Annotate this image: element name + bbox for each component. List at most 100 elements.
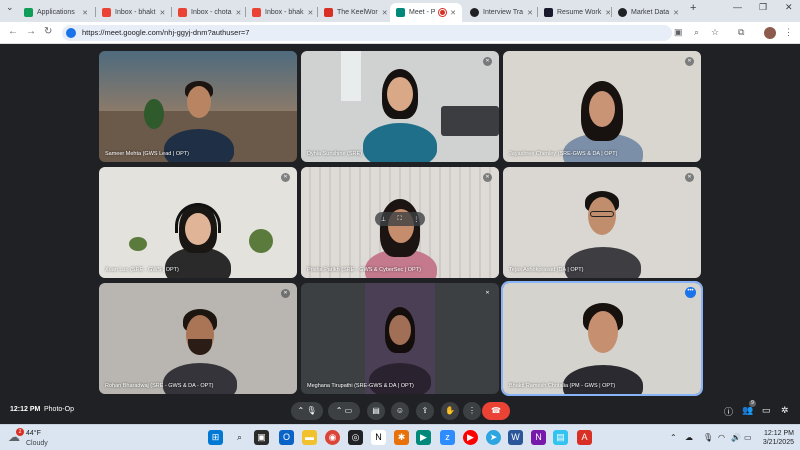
battery-icon[interactable]: ▭ — [744, 433, 752, 442]
cloud-icon[interactable]: ☁ — [685, 433, 693, 442]
microphone-button[interactable]: ⌃ 🎙 — [291, 402, 323, 420]
more-options-icon[interactable]: ⋮ — [413, 216, 419, 223]
meet-icon[interactable]: ▶ — [416, 430, 431, 445]
chevron-up-icon[interactable]: ⌃ — [670, 433, 677, 442]
tab-interview-tracker[interactable]: Interview Tra ✕ — [464, 3, 536, 22]
site-info-icon[interactable] — [66, 28, 76, 38]
tab-resume-work[interactable]: Resume Work ✕ — [538, 3, 610, 22]
restore-icon[interactable]: ❐ — [759, 2, 767, 13]
participant-grid: Sameer Mehta (GWS Lead | OPT) ✕ Dyhia Su… — [99, 51, 703, 396]
participant-name: Meghana Tirupathi (SRE-GWS & DA | OPT) — [307, 383, 414, 389]
close-icon[interactable]: ✕ — [605, 9, 610, 17]
info-icon[interactable]: ⓘ — [724, 405, 733, 418]
tab-search-icon[interactable]: ⌄ — [6, 2, 14, 13]
participant-tile[interactable]: Sameer Mehta (GWS Lead | OPT) — [99, 51, 297, 162]
pin-icon[interactable]: ⊥ — [381, 216, 386, 223]
raise-hand-icon[interactable]: ✋ — [441, 402, 459, 420]
participant-body — [164, 129, 234, 162]
task-view-icon[interactable]: ▣ — [254, 430, 269, 445]
emoji-icon[interactable]: ☺ — [391, 402, 409, 420]
chrome-icon[interactable]: ◉ — [325, 430, 340, 445]
close-icon[interactable]: ✕ — [308, 9, 314, 17]
tab-applications[interactable]: Applications ✕ — [18, 3, 94, 22]
more-options-icon[interactable]: ⋮ — [463, 402, 481, 420]
tab-inbox-3[interactable]: Inbox - bhak ✕ — [246, 3, 316, 22]
meet-extension-icon[interactable]: ▣ — [674, 27, 683, 38]
tab-inbox-1[interactable]: Inbox - bhakt ✕ — [96, 3, 170, 22]
zoom-icon[interactable]: ⌕ — [694, 27, 699, 38]
close-icon[interactable]: ✕ — [159, 9, 165, 17]
pdf-icon[interactable]: A — [577, 430, 592, 445]
sheets-icon — [24, 8, 33, 17]
background-window — [341, 51, 361, 101]
windows-taskbar: ☁ 2 44°F Cloudy ⊞ ⌕ ▣ O ▬ ◉ ◎ N ✱ ▶ z ▶ … — [0, 424, 800, 450]
bookmark-star-icon[interactable]: ☆ — [711, 27, 719, 38]
microphone-icon[interactable]: 🎙 — [703, 433, 713, 442]
forward-icon[interactable]: → — [26, 26, 36, 37]
tab-inbox-2[interactable]: Inbox - chota ✕ — [172, 3, 244, 22]
profile-avatar[interactable] — [764, 27, 776, 39]
onenote-icon[interactable]: N — [531, 430, 546, 445]
github-icon — [470, 8, 479, 17]
participant-tile[interactable]: ✕ Meghana Tirupathi (SRE-GWS & DA | OPT) — [301, 283, 499, 394]
url-text[interactable]: https://meet.google.com/nhj-ggyj-dnm?aut… — [82, 28, 249, 37]
browser-tab-strip: ⌄ Applications ✕ Inbox - bhakt ✕ Inbox -… — [0, 0, 800, 22]
close-icon[interactable]: ✕ — [82, 9, 88, 17]
keelworks-icon — [324, 8, 333, 17]
telegram-icon[interactable]: ➤ — [486, 430, 501, 445]
close-icon[interactable]: ✕ — [527, 9, 533, 17]
present-icon[interactable]: ⇪ — [416, 402, 434, 420]
close-window-icon[interactable]: ✕ — [785, 2, 793, 13]
youtube-icon[interactable]: ▶ — [463, 430, 478, 445]
close-icon[interactable]: ✕ — [450, 9, 456, 17]
participant-tile[interactable]: ✕ Dyhia Sunshine (SRE) — [301, 51, 499, 162]
file-explorer-icon[interactable]: ▬ — [302, 430, 317, 445]
wifi-icon[interactable]: ◠ — [718, 433, 725, 442]
outlook-icon[interactable]: O — [279, 430, 294, 445]
clock-time: 12:12 PM — [764, 430, 794, 437]
minimize-icon[interactable]: — — [733, 2, 742, 12]
camera-button[interactable]: ⌃ ▭ — [328, 402, 360, 420]
windows-start-icon[interactable]: ⊞ — [208, 430, 223, 445]
participant-tile[interactable]: ⊥ ⛶ ⋮ ✕ Prisha Parikh (SRE - GWS & Cyber… — [301, 167, 499, 278]
participant-tile[interactable]: ✕ Xuan Luo (SRE - GWS | OPT) — [99, 167, 297, 278]
captions-icon[interactable]: ▤ — [367, 402, 385, 420]
participant-tile[interactable]: ••• Bhakti Ramesh Chotalia (PM - GWS | O… — [501, 281, 703, 396]
leave-call-button[interactable]: ☎ — [482, 402, 510, 420]
close-icon[interactable]: ✕ — [235, 9, 241, 17]
participant-body — [369, 363, 431, 394]
notion-icon[interactable]: N — [371, 430, 386, 445]
tab-label: Resume Work — [557, 9, 602, 16]
menu-icon[interactable]: ⋮ — [784, 27, 793, 38]
notepad-icon[interactable]: ▤ — [553, 430, 568, 445]
participant-tile[interactable]: ✕ Rohan Bharadwaj (SRE - GWS & DA - OPT) — [99, 283, 297, 394]
close-icon[interactable]: ✕ — [382, 9, 388, 17]
reload-icon[interactable]: ↻ — [44, 26, 52, 37]
search-icon[interactable]: ⌕ — [232, 430, 247, 445]
new-tab-icon[interactable]: + — [690, 2, 696, 14]
back-icon[interactable]: ← — [8, 26, 18, 37]
tab-keelworks[interactable]: The KeelWor ✕ — [318, 3, 390, 22]
app-icon[interactable]: ✱ — [394, 430, 409, 445]
system-clock[interactable]: 12:12 PM 3/21/2025 — [754, 429, 794, 447]
github-icon[interactable]: ◎ — [348, 430, 363, 445]
chat-icon[interactable]: ▭ — [762, 405, 771, 416]
address-bar[interactable]: https://meet.google.com/nhj-ggyj-dnm?aut… — [62, 25, 672, 41]
zoom-icon[interactable]: z — [440, 430, 455, 445]
close-icon[interactable]: ✕ — [673, 9, 679, 17]
tab-label: Interview Tra — [483, 9, 524, 16]
participant-name: Rohan Bharadwaj (SRE - GWS & DA - OPT) — [105, 383, 214, 389]
participant-tile[interactable]: ✕ Jayashree Chenley (SRE-GWS & DA | OPT) — [503, 51, 701, 162]
expand-icon[interactable]: ⛶ — [398, 216, 402, 223]
mic-off-icon: ✕ — [483, 173, 492, 182]
more-options-icon[interactable]: ••• — [685, 287, 696, 298]
gmail-icon — [102, 8, 111, 17]
tab-meet[interactable]: Meet - P ✕ — [390, 3, 462, 22]
extensions-icon[interactable]: ⧉ — [738, 27, 744, 38]
word-icon[interactable]: W — [508, 430, 523, 445]
tab-market-data[interactable]: Market Data ✕ — [612, 3, 684, 22]
weather-temperature: 44°F — [26, 430, 41, 437]
participant-tile[interactable]: ✕ Tejas Ashokprasad (DA | OPT) — [503, 167, 701, 278]
activities-icon[interactable]: ✲ — [781, 405, 789, 416]
volume-icon[interactable]: 🔊 — [731, 433, 741, 442]
